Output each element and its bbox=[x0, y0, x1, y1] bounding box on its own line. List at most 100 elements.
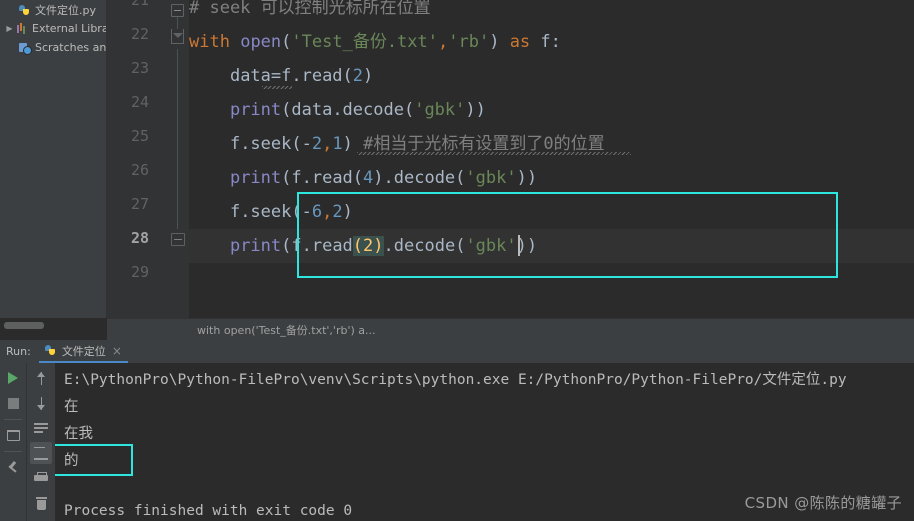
stop-button[interactable] bbox=[2, 392, 24, 414]
code-line-27[interactable]: f.seek(-6,2) bbox=[189, 195, 914, 229]
fold-line bbox=[177, 49, 178, 233]
run-tab-active[interactable]: 文件定位 × bbox=[38, 340, 128, 363]
down-the-stack-trace-button[interactable] bbox=[30, 392, 52, 414]
call-mid: .decode( bbox=[383, 236, 466, 256]
arrow-down-icon bbox=[37, 396, 46, 410]
sidebar-item-file[interactable]: 文件定位.py bbox=[0, 0, 106, 19]
arrow-up-icon bbox=[37, 371, 46, 385]
line-number: 23 bbox=[130, 59, 149, 77]
run-tab-label: 文件定位 bbox=[61, 344, 106, 358]
string-literal: 'gbk' bbox=[465, 236, 517, 256]
sidebar-item-scratches[interactable]: Scratches and bbox=[0, 38, 106, 57]
print-button[interactable] bbox=[30, 467, 52, 489]
line-number: 26 bbox=[130, 161, 149, 179]
scratches-icon bbox=[18, 41, 32, 55]
code-comment: # seek 可以控制光标所在位置 bbox=[189, 0, 431, 18]
console-line-output: 在 bbox=[64, 399, 79, 415]
scroll-to-end-button[interactable] bbox=[30, 442, 52, 464]
number-literal: 4 bbox=[363, 168, 374, 188]
paren: )) bbox=[516, 168, 538, 188]
sidebar-item-external-libraries[interactable]: ▶ External Librar bbox=[0, 19, 106, 38]
close-icon[interactable]: × bbox=[112, 345, 122, 357]
paren: ( bbox=[281, 32, 292, 52]
pin-icon bbox=[7, 461, 19, 473]
editor-horizontal-scrollbar[interactable] bbox=[4, 322, 44, 329]
line-number: 29 bbox=[130, 263, 149, 281]
line-number-current: 28 bbox=[130, 229, 149, 247]
run-toolbar-secondary bbox=[28, 363, 54, 521]
external-libraries-icon bbox=[15, 22, 29, 36]
builtin-print: print bbox=[229, 236, 282, 256]
paren: ) bbox=[342, 202, 353, 222]
code-line-21[interactable]: # seek 可以控制光标所在位置 bbox=[189, 0, 914, 25]
project-tree-panel[interactable]: 文件定位.py ▶ External Librar Scratches and bbox=[0, 0, 107, 318]
line-number: 27 bbox=[130, 195, 149, 213]
trash-icon bbox=[35, 496, 47, 510]
rerun-icon bbox=[6, 429, 20, 441]
code-line-24[interactable]: print(data.decode('gbk')) bbox=[189, 93, 914, 127]
matched-bracket: ) bbox=[373, 236, 384, 256]
comma: , bbox=[322, 134, 333, 154]
keyword-with: with bbox=[189, 32, 230, 52]
code-text-area[interactable]: # seek 可以控制光标所在位置 with open('Test_备份.txt… bbox=[189, 0, 914, 318]
code-line-28[interactable]: print(f.read(2).decode('gbk')) bbox=[189, 229, 914, 263]
seek-call: f.seek(- bbox=[229, 202, 312, 222]
matched-bracket: ( bbox=[352, 236, 364, 256]
number-literal: 1 bbox=[332, 134, 343, 154]
console-line-output: 在我 bbox=[64, 426, 93, 442]
string-literal: 'rb' bbox=[448, 32, 490, 52]
rerun-layout-button[interactable] bbox=[2, 424, 24, 446]
pin-tab-button[interactable] bbox=[2, 456, 24, 478]
paren: ) bbox=[363, 66, 374, 86]
inspection-squiggle bbox=[262, 86, 292, 89]
code-line-26[interactable]: print(f.read(4).decode('gbk')) bbox=[189, 161, 914, 195]
line-number: 21 bbox=[130, 0, 149, 9]
seek-call: f.seek(- bbox=[229, 134, 312, 154]
toolbar-divider bbox=[4, 419, 22, 420]
wrap-icon bbox=[34, 422, 48, 434]
string-literal: 'gbk' bbox=[465, 168, 517, 188]
python-file-icon bbox=[44, 344, 58, 357]
fold-collapse-icon[interactable] bbox=[171, 4, 184, 17]
toolbar-divider bbox=[4, 451, 22, 452]
line-number: 24 bbox=[130, 93, 149, 111]
number-literal: 2 bbox=[311, 134, 323, 154]
soft-wrap-button[interactable] bbox=[30, 417, 52, 439]
run-toolbar-primary bbox=[0, 363, 27, 521]
chevron-right-icon[interactable]: ▶ bbox=[4, 23, 15, 34]
keyword-as: as bbox=[499, 32, 541, 52]
paren: )) bbox=[465, 100, 486, 120]
code-line-25[interactable]: f.seek(-2,1) #相当于光标有设置到了0的位置 bbox=[189, 127, 914, 161]
line-number: 25 bbox=[130, 127, 149, 145]
number-literal: 2 bbox=[332, 202, 343, 222]
builtin-print: print bbox=[229, 100, 282, 120]
string-literal: 'gbk' bbox=[414, 100, 466, 120]
watermark: CSDN @陈陈的糖罐子 bbox=[744, 494, 902, 512]
call-body: (data.decode( bbox=[281, 100, 415, 120]
assignment-read: data=f.read( bbox=[229, 66, 353, 86]
run-tab-bar: Run: 文件定位 × bbox=[0, 340, 914, 363]
python-file-icon bbox=[18, 3, 32, 17]
run-window-label: Run: bbox=[6, 345, 31, 358]
text-caret bbox=[518, 235, 520, 256]
number-literal: 6 bbox=[311, 202, 323, 222]
up-the-stack-trace-button[interactable] bbox=[30, 367, 52, 389]
sidebar-item-label: 文件定位.py bbox=[35, 3, 96, 17]
pycharm-window: 文件定位.py ▶ External Librar Scratches and … bbox=[0, 0, 914, 521]
comma: , bbox=[322, 202, 333, 222]
breadcrumb[interactable]: with open('Test_备份.txt','rb') a... bbox=[107, 318, 914, 340]
builtin-print: print bbox=[229, 168, 282, 188]
play-icon bbox=[8, 372, 18, 384]
run-button[interactable] bbox=[2, 367, 24, 389]
clear-all-button[interactable] bbox=[30, 492, 52, 514]
number-literal: 2 bbox=[352, 66, 364, 86]
run-tool-window: Run: 文件定位 × E:\PythonPro\Python-FilePro\… bbox=[0, 340, 914, 521]
comma: , bbox=[438, 32, 449, 52]
code-editor[interactable]: 21 22 23 24 25 26 27 28 29 # seek 可以控制光标… bbox=[107, 0, 914, 318]
code-line-22[interactable]: with open('Test_备份.txt','rb') as f: bbox=[189, 25, 914, 59]
code-line-23[interactable]: data=f.read(2) bbox=[189, 59, 914, 93]
editor-gutter[interactable]: 21 22 23 24 25 26 27 28 29 bbox=[107, 0, 189, 318]
paren: ) bbox=[342, 134, 353, 154]
fold-region-start-icon[interactable] bbox=[171, 29, 184, 44]
fold-region-end-icon[interactable] bbox=[171, 229, 185, 246]
